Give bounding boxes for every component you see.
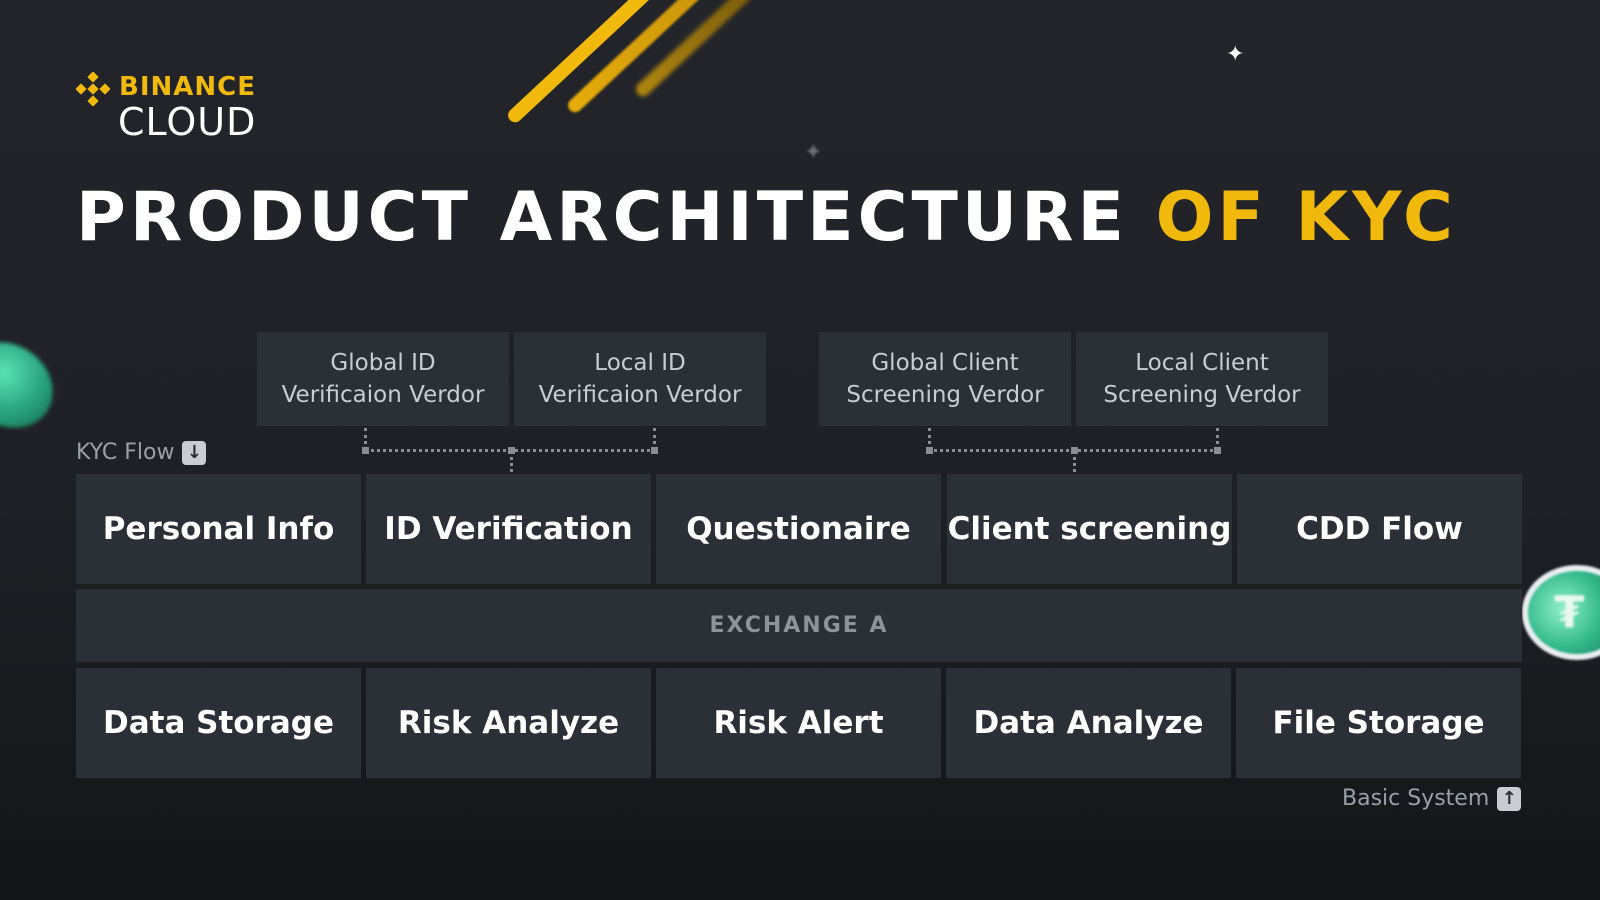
vendor-line2: Verificaion Verdor [538, 382, 742, 408]
kyc-step-id-verification: ID Verification [366, 474, 651, 584]
connector-node [1071, 447, 1078, 454]
kyc-step-cdd-flow: CDD Flow [1237, 474, 1522, 584]
title-accent: OF KYC [1155, 178, 1457, 257]
arrow-down-icon: ↓ [182, 440, 207, 465]
decorative-streak [633, 0, 760, 100]
connector-node [508, 447, 515, 454]
kyc-flow-label: KYC Flow ↓ [76, 440, 207, 465]
kyc-step-personal-info: Personal Info [76, 474, 361, 584]
sparkle-icon: ✦ [804, 140, 823, 165]
vendor-global-client: Global Client Screening Verdor [819, 332, 1071, 426]
title-main: PRODUCT ARCHITECTURE [76, 178, 1128, 257]
vendor-line2: Verificaion Verdor [281, 382, 485, 408]
vendor-line1: Global ID [330, 350, 436, 376]
vendor-line2: Screening Verdor [846, 382, 1044, 408]
coin-decoration: ₮ [1522, 565, 1600, 660]
exchange-bar: EXCHANGE A [76, 589, 1522, 662]
module-data-storage: Data Storage [76, 668, 361, 778]
connector-node [926, 447, 933, 454]
connector-node [651, 447, 658, 454]
connector-node [362, 447, 369, 454]
kyc-step-questionaire: Questionaire [656, 474, 941, 584]
vendor-line2: Screening Verdor [1103, 382, 1301, 408]
vendor-local-client: Local Client Screening Verdor [1076, 332, 1328, 426]
binance-logo-icon [76, 72, 110, 106]
logo-text-binance: BINANCE [119, 72, 256, 102]
module-risk-analyze: Risk Analyze [366, 668, 651, 778]
kyc-flow-text: KYC Flow [76, 440, 175, 465]
vendor-line1: Global Client [871, 350, 1019, 376]
vendor-local-id: Local ID Verificaion Verdor [514, 332, 766, 426]
page-title: PRODUCT ARCHITECTURE OF KYC [76, 178, 1457, 257]
connector-node [1214, 447, 1221, 454]
module-risk-alert: Risk Alert [656, 668, 941, 778]
module-file-storage: File Storage [1236, 668, 1521, 778]
decorative-streak [565, 0, 714, 116]
module-data-analyze: Data Analyze [946, 668, 1231, 778]
basic-system-text: Basic System [1342, 786, 1490, 811]
vendor-global-id: Global ID Verificaion Verdor [257, 332, 509, 426]
kyc-step-client-screening: Client screening [947, 474, 1232, 584]
arrow-up-icon: ↑ [1497, 786, 1522, 811]
vendor-line1: Local ID [594, 350, 686, 376]
coin-decoration [0, 324, 70, 446]
sparkle-icon: ✦ [1226, 42, 1245, 67]
decorative-streak [505, 0, 676, 126]
logo-text-cloud: CLOUD [118, 100, 257, 144]
vendor-line1: Local Client [1135, 350, 1269, 376]
basic-system-label: Basic System ↑ [1342, 786, 1522, 811]
